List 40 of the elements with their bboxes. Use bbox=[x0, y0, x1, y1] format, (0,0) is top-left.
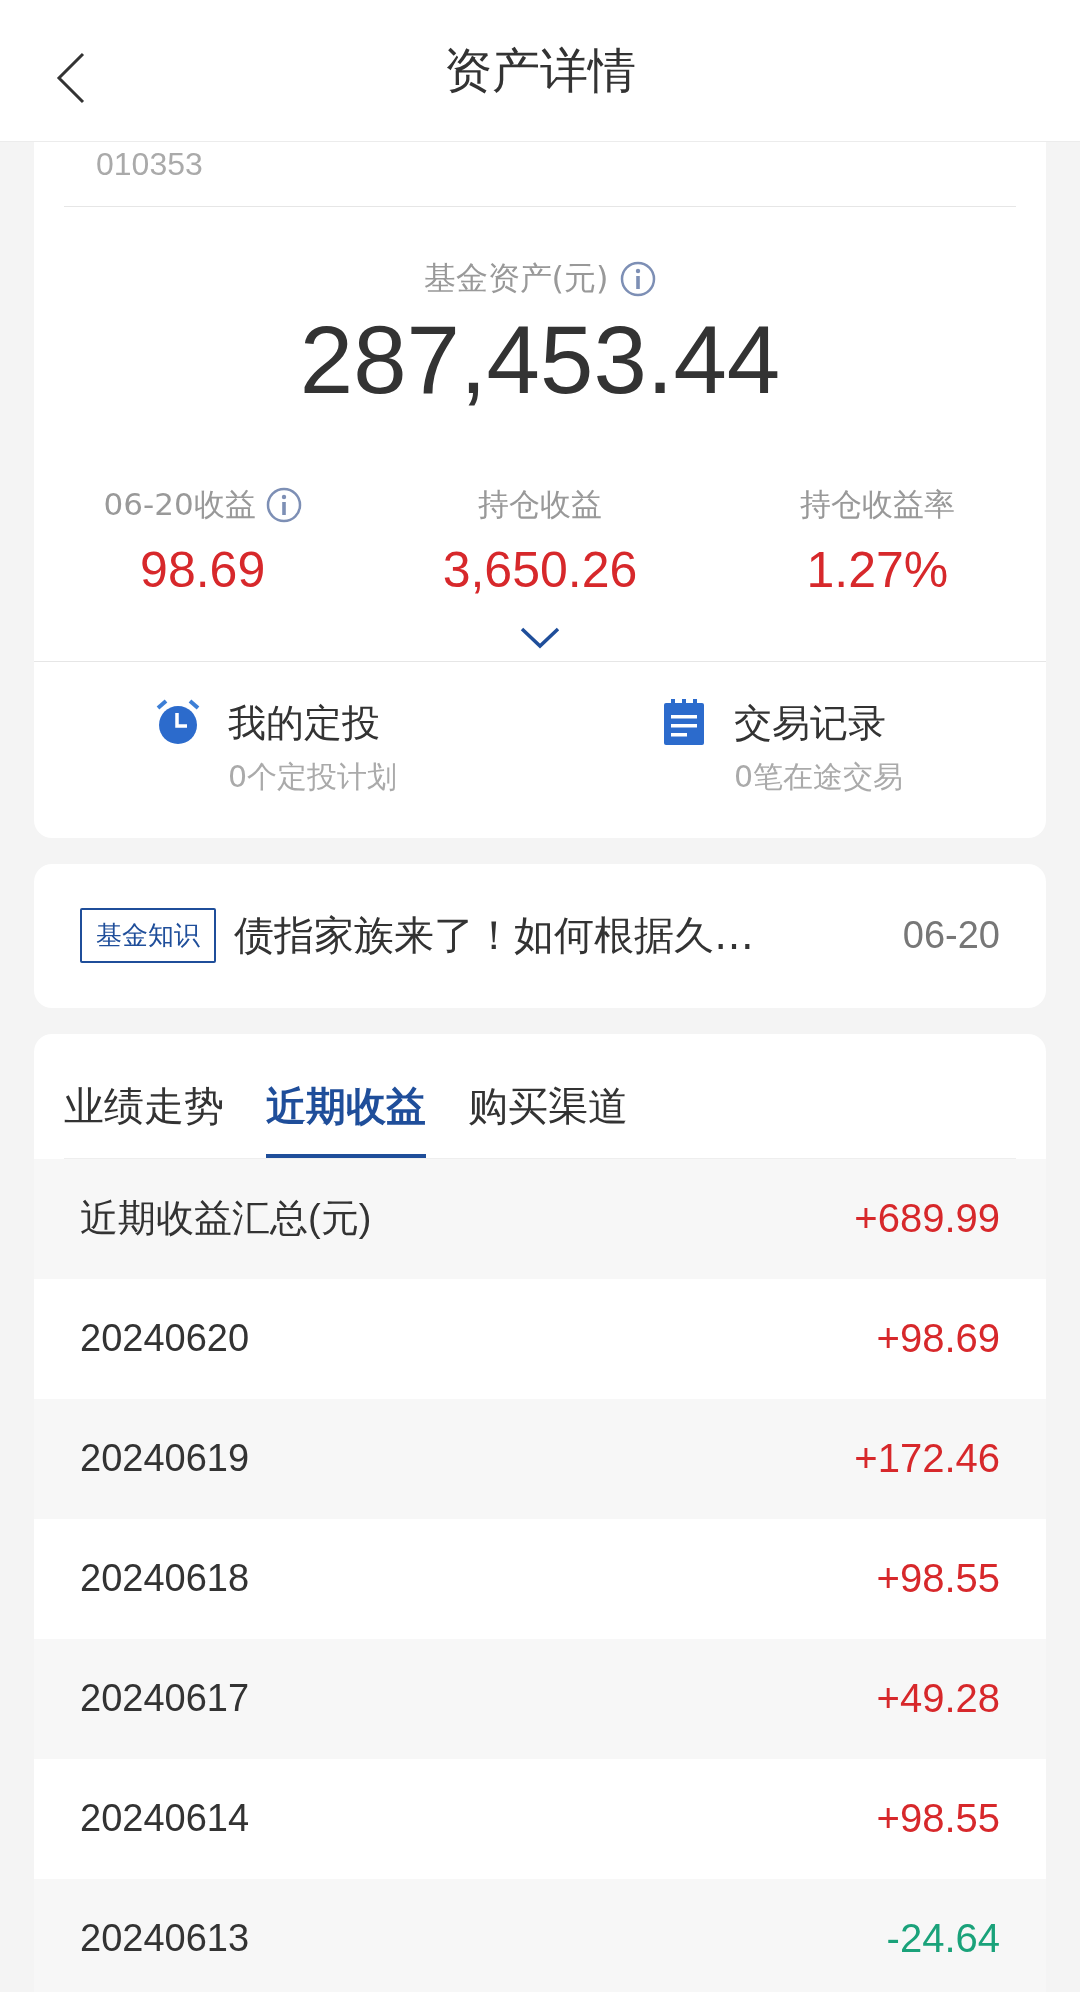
earnings-value: -24.64 bbox=[886, 1916, 1000, 1962]
stat-label: 持仓收益 bbox=[478, 484, 602, 524]
stat-label: 06-20收益 bbox=[103, 484, 256, 524]
news-card[interactable]: 基金知识 债指家族来了！如何根据久… 06-20 bbox=[34, 863, 1046, 1008]
earnings-value: +98.69 bbox=[876, 1316, 1000, 1362]
category-tag: 基金知识 bbox=[80, 908, 216, 964]
asset-value: 287,453.44 bbox=[299, 307, 781, 413]
shortcut-title[interactable]: 我的定投 bbox=[228, 697, 398, 749]
row-label: 20240614 bbox=[80, 1797, 250, 1841]
earnings-value: +49.28 bbox=[876, 1676, 1000, 1722]
row-label: 近期收益汇总(元) bbox=[80, 1196, 372, 1242]
shortcut-title[interactable]: 交易记录 bbox=[734, 697, 904, 749]
earnings-value: +98.55 bbox=[876, 1556, 1000, 1602]
row-label: 20240617 bbox=[80, 1677, 250, 1721]
row-label: 20240613 bbox=[80, 1917, 250, 1961]
alarm-clock-icon[interactable] bbox=[154, 697, 202, 746]
back-icon bbox=[56, 52, 86, 104]
info-icon[interactable] bbox=[620, 261, 657, 297]
news-date: 06-20 bbox=[902, 914, 1000, 958]
news-headline[interactable]: 债指家族来了！如何根据久… bbox=[234, 908, 885, 964]
earnings-value: +172.46 bbox=[854, 1436, 1000, 1482]
asset-label: 基金资产(元) bbox=[423, 258, 609, 299]
stat-label: 持仓收益率 bbox=[799, 484, 955, 524]
page-title: 资产详情 bbox=[444, 40, 636, 100]
tab[interactable]: 购买渠道 bbox=[468, 1033, 628, 1158]
back-button[interactable] bbox=[56, 52, 86, 104]
earnings-value: +689.99 bbox=[854, 1196, 1000, 1242]
tab[interactable]: 业绩走势 bbox=[64, 1033, 224, 1158]
row-label: 20240618 bbox=[80, 1557, 250, 1601]
info-icon[interactable] bbox=[265, 486, 302, 523]
chevron-down-icon[interactable] bbox=[520, 626, 560, 649]
shortcut-subtitle: 0个定投计划 bbox=[228, 757, 398, 796]
shortcut-subtitle: 0笔在途交易 bbox=[734, 757, 904, 796]
fund-code: 010353 bbox=[96, 145, 203, 184]
row-label: 20240619 bbox=[80, 1437, 250, 1481]
earnings-value: +98.55 bbox=[876, 1796, 1000, 1842]
stat-value: 1.27% bbox=[806, 540, 949, 599]
stat-value: 98.69 bbox=[140, 540, 266, 599]
row-label: 20240620 bbox=[80, 1317, 250, 1361]
stat-value: 3,650.26 bbox=[442, 540, 638, 599]
